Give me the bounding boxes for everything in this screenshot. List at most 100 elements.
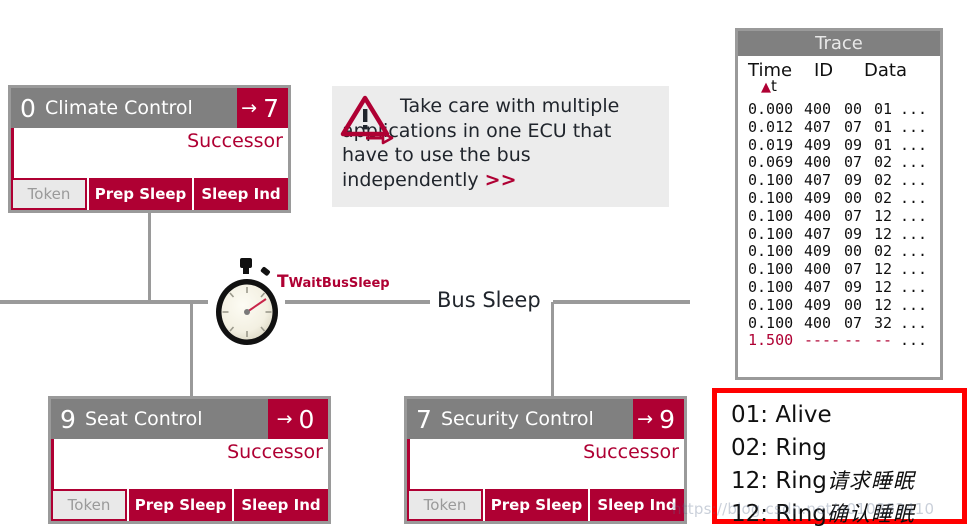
trace-row[interactable]: 0.019 409 09 01... — [748, 135, 940, 155]
node-header: 0 Climate Control → 7 — [11, 88, 288, 128]
sleep-ind-button[interactable]: Sleep Ind — [588, 489, 684, 521]
trace-data-byte-1: 09 — [844, 171, 863, 190]
trace-data-byte-1: 07 — [844, 117, 863, 136]
connector-security — [551, 302, 554, 400]
node-successor-id: 9 — [659, 404, 675, 434]
trace-time: 0.100 — [748, 313, 794, 332]
node-climate-control[interactable]: 0 Climate Control → 7 Successor Token Pr… — [8, 85, 291, 213]
trace-id: 407 — [804, 277, 832, 296]
arrow-right-icon: → — [241, 97, 258, 119]
node-security-control[interactable]: 7 Security Control → 9 Successor Token P… — [404, 396, 687, 524]
trace-data-ellipsis: ... — [900, 224, 928, 243]
sort-field-label: t — [771, 77, 777, 95]
legend-item: 12: Ring请求睡眠 — [731, 465, 962, 498]
prep-sleep-button[interactable]: Prep Sleep — [127, 489, 232, 521]
sleep-ind-button[interactable]: Sleep Ind — [192, 178, 288, 210]
node-button-row: Token Prep Sleep Sleep Ind — [51, 489, 328, 521]
trace-row[interactable]: 0.100 407 09 02... — [748, 171, 940, 190]
trace-time: 0.000 — [748, 100, 794, 118]
node-seat-control[interactable]: 9 Seat Control → 0 Successor Token Prep … — [48, 396, 331, 524]
trace-time: 0.100 — [748, 188, 794, 207]
trace-data-ellipsis: ... — [900, 153, 928, 172]
node-name: Climate Control — [45, 97, 193, 119]
legend-code: 12: Ring — [731, 468, 827, 494]
trace-row[interactable]: 0.100 400 07 12... — [748, 206, 940, 226]
trace-data-byte-2: 02 — [874, 188, 893, 207]
trace-id: 400 — [804, 100, 832, 118]
trace-row[interactable]: 0.012 407 07 01... — [748, 117, 940, 137]
node-name: Security Control — [441, 408, 594, 430]
trace-time: 0.100 — [748, 171, 794, 190]
trace-row[interactable]: 0.100 407 09 12... — [748, 224, 940, 244]
trace-row[interactable]: 0.100 400 07 32... — [748, 313, 940, 333]
trace-data-ellipsis: ... — [900, 260, 928, 279]
trace-row[interactable]: 0.100 409 00 12... — [748, 295, 940, 315]
trace-time: 0.100 — [748, 277, 794, 296]
warning-callout: Take care with multiple applications in … — [332, 86, 669, 207]
trace-row[interactable]: 0.069 400 07 02... — [748, 154, 940, 172]
token-button[interactable]: Token — [407, 489, 483, 521]
trace-data-byte-2: 12 — [874, 206, 893, 225]
sleep-ind-button[interactable]: Sleep Ind — [232, 489, 328, 521]
trace-data-ellipsis: ... — [900, 117, 928, 136]
column-header-time[interactable]: Time — [748, 60, 814, 81]
trace-data-byte-2: 01 — [874, 100, 893, 118]
prep-sleep-button[interactable]: Prep Sleep — [87, 178, 192, 210]
trace-row[interactable]: 1.500 ---- -- --... — [748, 332, 940, 350]
arrow-right-icon: → — [276, 408, 293, 430]
trace-data-byte-1: 07 — [844, 206, 863, 225]
trace-id: 409 — [804, 295, 832, 314]
trace-time: 0.100 — [748, 224, 794, 243]
successor-label: Successor — [187, 130, 283, 152]
column-header-data[interactable]: Data — [864, 60, 924, 81]
trace-data-ellipsis: ... — [900, 295, 928, 314]
watermark: https://blog.csdn.net/u010883410 — [672, 500, 935, 518]
successor-label: Successor — [583, 441, 679, 463]
trace-row[interactable]: 0.100 407 09 12... — [748, 277, 940, 297]
trace-row[interactable]: 0.000 400 00 01... — [748, 100, 940, 119]
trace-time: 0.100 — [748, 260, 794, 279]
trace-row[interactable]: 0.100 409 00 02... — [748, 243, 940, 261]
trace-row[interactable]: 0.100 409 00 02... — [748, 188, 940, 208]
node-id: 0 — [20, 93, 36, 123]
trace-data-byte-1: -- — [844, 331, 863, 350]
trace-id: 409 — [804, 188, 832, 207]
successor-label: Successor — [227, 441, 323, 463]
trace-data-byte-2: 12 — [874, 260, 893, 279]
prep-sleep-button[interactable]: Prep Sleep — [483, 489, 588, 521]
trace-data-byte-1: 09 — [844, 135, 863, 154]
trace-time: 1.500 — [748, 331, 794, 350]
column-header-id[interactable]: ID — [814, 60, 864, 81]
node-header: 9 Seat Control → 0 — [51, 399, 328, 439]
trace-data-byte-1: 09 — [844, 277, 863, 296]
node-successor-badge: → 9 — [633, 399, 684, 439]
node-button-row: Token Prep Sleep Sleep Ind — [11, 178, 288, 210]
trace-time: 0.100 — [748, 242, 794, 261]
trace-data-byte-1: 07 — [844, 313, 863, 332]
node-body: Successor — [51, 439, 328, 489]
trace-data-byte-2: -- — [874, 331, 893, 350]
trace-data-byte-2: 32 — [874, 313, 893, 332]
bus-line-middle — [285, 300, 430, 304]
trace-id: 409 — [804, 135, 832, 154]
trace-data-ellipsis: ... — [900, 331, 928, 350]
trace-id: 409 — [804, 242, 832, 261]
trace-time: 0.069 — [748, 153, 794, 172]
node-header: 7 Security Control → 9 — [407, 399, 684, 439]
trace-time: 0.100 — [748, 295, 794, 314]
trace-data-byte-1: 00 — [844, 100, 863, 118]
token-button[interactable]: Token — [11, 178, 87, 210]
trace-data-byte-2: 12 — [874, 295, 893, 314]
trace-data-ellipsis: ... — [900, 242, 928, 261]
timer-label: TWaitBusSleep — [277, 272, 390, 292]
trace-data-byte-1: 00 — [844, 295, 863, 314]
trace-row[interactable]: 0.100 400 07 12... — [748, 260, 940, 279]
token-button[interactable]: Token — [51, 489, 127, 521]
node-body: Successor — [11, 128, 288, 178]
trace-data-ellipsis: ... — [900, 188, 928, 207]
trace-data-ellipsis: ... — [900, 206, 928, 225]
warning-more-link[interactable]: >> — [485, 169, 517, 191]
node-name: Seat Control — [85, 408, 203, 430]
trace-id: 407 — [804, 117, 832, 136]
node-id: 9 — [60, 404, 76, 434]
